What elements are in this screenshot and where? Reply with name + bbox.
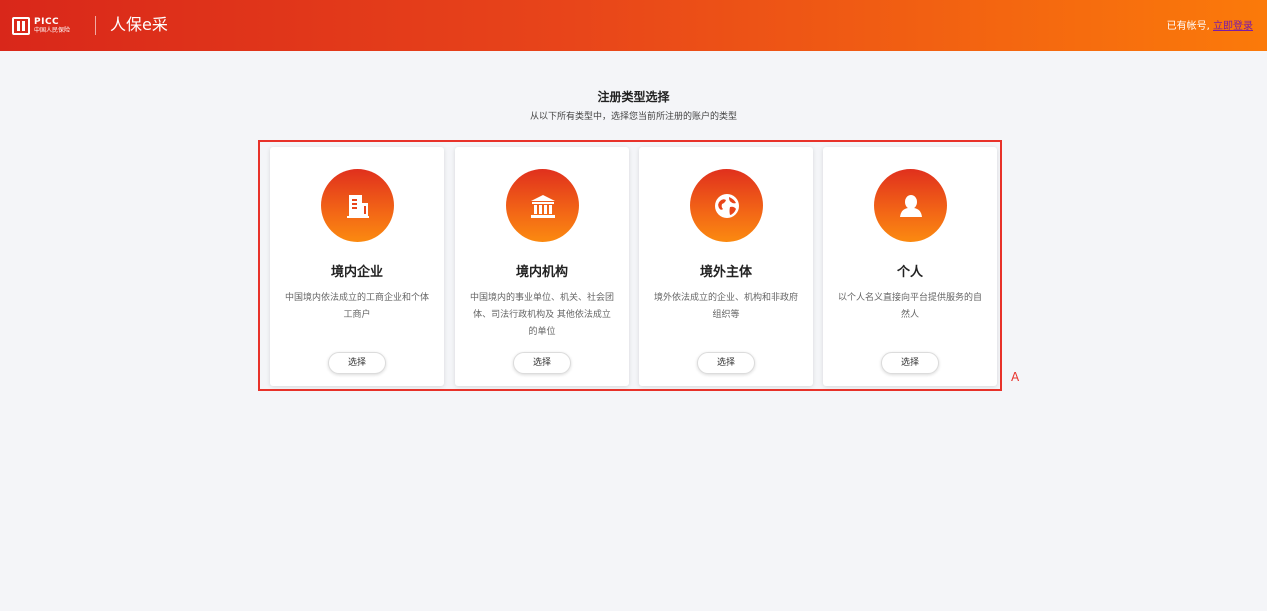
card-description: 境外依法成立的企业、机构和非政府组织等 (653, 293, 798, 320)
select-button-domestic-institution[interactable]: 选择 (513, 352, 571, 374)
globe-icon (690, 169, 763, 242)
header-divider (95, 16, 96, 35)
top-header: PICC 中国人民保险 人保e采 已有帐号, 立即登录 (0, 0, 1267, 51)
card-overseas-entity[interactable]: 境外主体 境外依法成立的企业、机构和非政府组织等 选择 (639, 147, 813, 386)
person-icon (874, 169, 947, 242)
card-title: 境外主体 (699, 265, 752, 280)
picc-logo[interactable]: PICC 中国人民保险 (12, 16, 70, 36)
picc-logo-icon (12, 17, 30, 35)
select-button-overseas-entity[interactable]: 选择 (697, 352, 755, 374)
card-description: 中国境内的事业单位、机关、社会团体、司法行政机构及 其他依法成立的单位 (469, 293, 614, 337)
page-title: 注册类型选择 (597, 90, 670, 104)
logo-text: PICC (34, 17, 60, 27)
login-area: 已有帐号, 立即登录 (1167, 20, 1253, 34)
card-description: 以个人名义直接向平台提供服务的自然人 (837, 293, 982, 320)
brand-name: 人保e采 (110, 15, 168, 34)
annotation-label: A (1011, 370, 1020, 384)
login-prompt: 已有帐号, (1166, 21, 1210, 32)
logo-subtext: 中国人民保险 (34, 27, 71, 34)
card-title: 个人 (896, 265, 923, 280)
login-link[interactable]: 立即登录 (1213, 21, 1253, 32)
card-title: 境内企业 (330, 265, 383, 280)
institution-icon (506, 169, 579, 242)
card-domestic-enterprise[interactable]: 境内企业 中国境内依法成立的工商企业和个体工商户 选择 (270, 147, 444, 386)
card-description: 中国境内依法成立的工商企业和个体工商户 (284, 293, 429, 320)
page-subtitle: 从以下所有类型中，选择您当前所注册的账户的类型 (529, 112, 737, 122)
select-button-individual[interactable]: 选择 (881, 352, 939, 374)
select-button-domestic-enterprise[interactable]: 选择 (328, 352, 386, 374)
building-icon (321, 169, 394, 242)
card-domestic-institution[interactable]: 境内机构 中国境内的事业单位、机关、社会团体、司法行政机构及 其他依法成立的单位… (455, 147, 629, 386)
card-title: 境内机构 (515, 265, 568, 280)
card-individual[interactable]: 个人 以个人名义直接向平台提供服务的自然人 选择 (823, 147, 997, 386)
